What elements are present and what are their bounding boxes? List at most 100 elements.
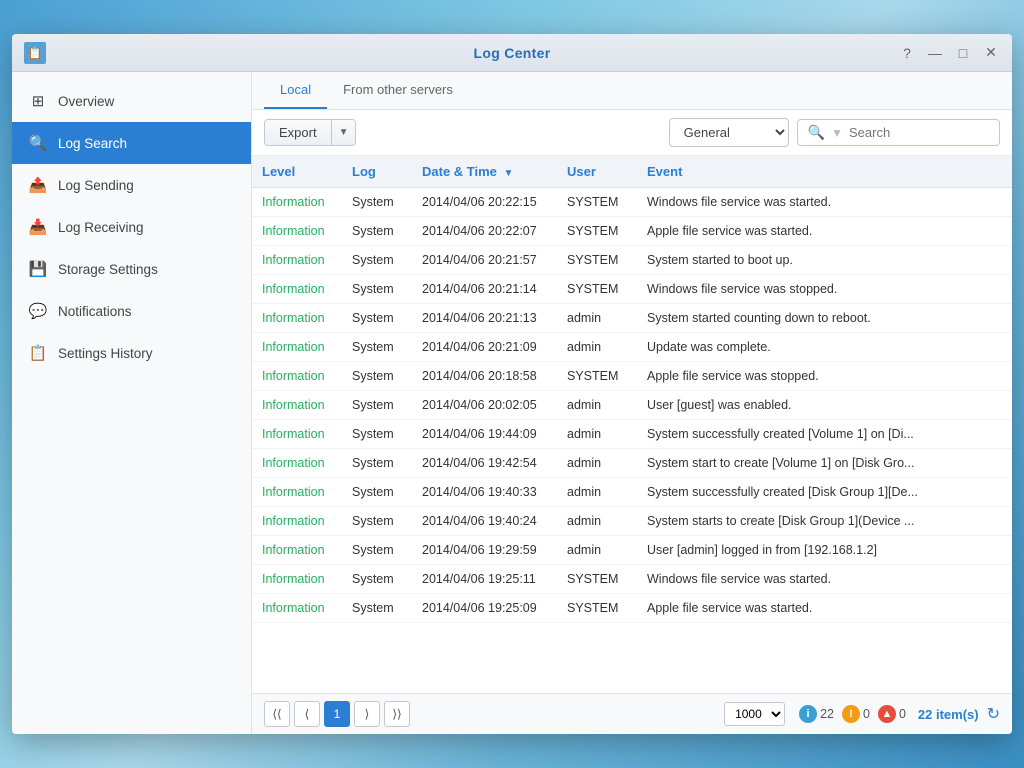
cell-log: System [342, 420, 412, 449]
table-row[interactable]: InformationSystem2014/04/06 20:21:09admi… [252, 333, 1012, 362]
cell-datetime: 2014/04/06 19:29:59 [412, 536, 557, 565]
export-button[interactable]: Export [265, 120, 331, 145]
sidebar-item-log-sending[interactable]: 📤 Log Sending [12, 164, 251, 206]
info-stat: i 22 [799, 705, 834, 723]
minimize-button[interactable]: — [924, 42, 946, 64]
export-btn-group: Export ▼ [264, 119, 356, 146]
log-receiving-icon: 📥 [28, 217, 48, 237]
table-row[interactable]: InformationSystem2014/04/06 20:21:13admi… [252, 304, 1012, 333]
log-table: Level Log Date & Time ▼ User [252, 156, 1012, 623]
cell-log: System [342, 217, 412, 246]
info-icon: i [799, 705, 817, 723]
next-page-button[interactable]: ⟩ [354, 701, 380, 727]
cell-event: System successfully created [Disk Group … [637, 478, 1012, 507]
filter-select[interactable]: General Connection File Transfer Account… [669, 118, 789, 147]
sidebar-item-log-receiving[interactable]: 📥 Log Receiving [12, 206, 251, 248]
cell-user: SYSTEM [557, 594, 637, 623]
last-page-button[interactable]: ⟩⟩ [384, 701, 410, 727]
cell-level: Information [252, 507, 342, 536]
cell-user: SYSTEM [557, 362, 637, 391]
storage-settings-icon: 💾 [28, 259, 48, 279]
cell-user: admin [557, 420, 637, 449]
cell-user: admin [557, 507, 637, 536]
warn-count: 0 [863, 707, 870, 721]
sidebar-label-log-receiving: Log Receiving [58, 220, 144, 235]
cell-level: Information [252, 246, 342, 275]
cell-level: Information [252, 449, 342, 478]
warn-stat: ! 0 [842, 705, 870, 723]
tab-from-other-servers[interactable]: From other servers [327, 72, 469, 109]
cell-log: System [342, 246, 412, 275]
table-row[interactable]: InformationSystem2014/04/06 20:22:15SYST… [252, 188, 1012, 217]
cell-datetime: 2014/04/06 19:25:11 [412, 565, 557, 594]
cell-datetime: 2014/04/06 20:22:07 [412, 217, 557, 246]
cell-datetime: 2014/04/06 20:18:58 [412, 362, 557, 391]
table-row[interactable]: InformationSystem2014/04/06 20:21:14SYST… [252, 275, 1012, 304]
search-input[interactable] [849, 125, 989, 140]
cell-level: Information [252, 478, 342, 507]
overview-icon: ⊞ [28, 91, 48, 111]
cell-event: System successfully created [Volume 1] o… [637, 420, 1012, 449]
cell-level: Information [252, 333, 342, 362]
cell-log: System [342, 333, 412, 362]
col-header-level: Level [252, 156, 342, 188]
prev-page-button[interactable]: ⟨ [294, 701, 320, 727]
cell-event: Windows file service was started. [637, 565, 1012, 594]
cell-log: System [342, 536, 412, 565]
table-row[interactable]: InformationSystem2014/04/06 20:02:05admi… [252, 391, 1012, 420]
cell-user: SYSTEM [557, 275, 637, 304]
cell-log: System [342, 362, 412, 391]
log-search-icon: 🔍 [28, 133, 48, 153]
per-page-select[interactable]: 1000 500 200 100 [724, 702, 785, 726]
table-row[interactable]: InformationSystem2014/04/06 19:44:09admi… [252, 420, 1012, 449]
window-title: Log Center [474, 45, 551, 61]
cell-datetime: 2014/04/06 19:42:54 [412, 449, 557, 478]
cell-user: SYSTEM [557, 188, 637, 217]
sidebar-item-settings-history[interactable]: 📋 Settings History [12, 332, 251, 374]
cell-datetime: 2014/04/06 20:21:14 [412, 275, 557, 304]
sidebar-item-notifications[interactable]: 💬 Notifications [12, 290, 251, 332]
cell-log: System [342, 275, 412, 304]
content-area: Local From other servers Export ▼ Genera… [252, 72, 1012, 734]
table-row[interactable]: InformationSystem2014/04/06 19:40:24admi… [252, 507, 1012, 536]
table-row[interactable]: InformationSystem2014/04/06 20:22:07SYST… [252, 217, 1012, 246]
cell-level: Information [252, 594, 342, 623]
cell-event: Apple file service was stopped. [637, 362, 1012, 391]
sidebar-item-log-search[interactable]: 🔍 Log Search [12, 122, 251, 164]
col-header-log: Log [342, 156, 412, 188]
sidebar-label-log-search: Log Search [58, 136, 127, 151]
error-count: 0 [899, 707, 906, 721]
first-page-button[interactable]: ⟨⟨ [264, 701, 290, 727]
sidebar-label-log-sending: Log Sending [58, 178, 134, 193]
table-row[interactable]: InformationSystem2014/04/06 19:29:59admi… [252, 536, 1012, 565]
cell-event: Windows file service was stopped. [637, 275, 1012, 304]
sidebar-item-overview[interactable]: ⊞ Overview [12, 80, 251, 122]
cell-level: Information [252, 391, 342, 420]
search-icon-btn[interactable]: 🔍 [808, 124, 825, 141]
error-icon: ▲ [878, 705, 896, 723]
table-row[interactable]: InformationSystem2014/04/06 19:25:09SYST… [252, 594, 1012, 623]
export-dropdown-button[interactable]: ▼ [331, 120, 356, 145]
sidebar-item-storage-settings[interactable]: 💾 Storage Settings [12, 248, 251, 290]
close-button[interactable]: ✕ [980, 42, 1002, 64]
cell-user: admin [557, 391, 637, 420]
cell-level: Information [252, 275, 342, 304]
col-header-datetime[interactable]: Date & Time ▼ [412, 156, 557, 188]
table-row[interactable]: InformationSystem2014/04/06 20:21:57SYST… [252, 246, 1012, 275]
table-row[interactable]: InformationSystem2014/04/06 20:18:58SYST… [252, 362, 1012, 391]
cell-event: Update was complete. [637, 333, 1012, 362]
table-row[interactable]: InformationSystem2014/04/06 19:25:11SYST… [252, 565, 1012, 594]
help-button[interactable]: ? [896, 42, 918, 64]
cell-datetime: 2014/04/06 20:21:57 [412, 246, 557, 275]
maximize-button[interactable]: □ [952, 42, 974, 64]
table-row[interactable]: InformationSystem2014/04/06 19:42:54admi… [252, 449, 1012, 478]
cell-datetime: 2014/04/06 19:44:09 [412, 420, 557, 449]
tab-local[interactable]: Local [264, 72, 327, 109]
cell-event: Apple file service was started. [637, 594, 1012, 623]
cell-user: SYSTEM [557, 246, 637, 275]
cell-level: Information [252, 536, 342, 565]
current-page-button[interactable]: 1 [324, 701, 350, 727]
cell-level: Information [252, 188, 342, 217]
table-row[interactable]: InformationSystem2014/04/06 19:40:33admi… [252, 478, 1012, 507]
refresh-button[interactable]: ↻ [987, 704, 1000, 724]
